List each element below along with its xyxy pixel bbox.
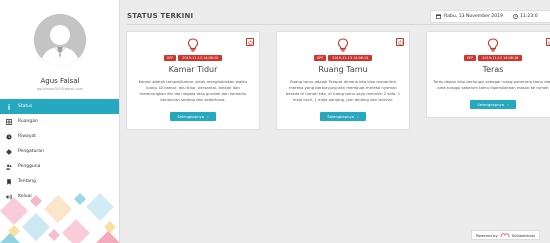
users-icon [6, 164, 12, 170]
chevron-right-icon: › [207, 114, 209, 119]
room-description: Teras depan bisa berfungsi sebagai ruang… [433, 79, 550, 90]
table-icon [6, 118, 12, 125]
details-button[interactable]: Selengkapnya › [170, 112, 216, 121]
power-toggle-button[interactable] [246, 38, 254, 46]
calendar-icon [436, 14, 441, 19]
lightbulb-icon [487, 38, 499, 52]
user-silhouette-icon [34, 14, 86, 66]
room-description: Ruang tamu adalah Tempat dimana kita bis… [285, 79, 401, 102]
avatar [34, 14, 86, 66]
sidebar-item-pengguna[interactable]: Pengguna [0, 159, 119, 174]
sidebar-item-label: Ruangan [18, 119, 38, 124]
user-name: Agus Faisal [40, 77, 80, 85]
power-icon [247, 39, 253, 45]
header-divider [127, 24, 550, 25]
powered-by-label: Powered by [475, 232, 498, 238]
chevron-right-icon: › [357, 114, 359, 119]
power-icon [397, 39, 403, 45]
clock-icon [513, 14, 518, 19]
sidebar-item-tentang[interactable]: Tentang [0, 174, 119, 189]
sidebar-item-ruangan[interactable]: Ruangan [0, 114, 119, 129]
datetime-display: Rabu, 13 November 2019 11:23:0 [430, 10, 550, 23]
dashboard-app: Agus Faisal agusfaisal303@gmail.com Stat… [0, 0, 550, 243]
gear-icon [6, 148, 12, 155]
details-button[interactable]: Selengkapnya › [470, 100, 516, 109]
sidebar-nav: Status Ruangan Riwayat Pengaturan Penggu… [0, 99, 119, 204]
powered-by-badge[interactable]: Powered by 000webhost [470, 230, 540, 240]
info-icon [6, 103, 12, 110]
room-description: Kamar adalah tempat/kamar untuk menghabi… [138, 79, 248, 102]
lightbulb-icon [337, 38, 349, 52]
sidebar-item-label: Pengaturan [18, 149, 44, 154]
user-email: agusfaisal303@gmail.com [36, 87, 84, 91]
sidebar-item-riwayat[interactable]: Riwayat [0, 129, 119, 144]
status-badge: OFF [463, 55, 477, 61]
sidebar: Agus Faisal agusfaisal303@gmail.com Stat… [0, 0, 120, 243]
sidebar-item-label: Status [18, 104, 33, 109]
sidebar-item-label: Pengguna [18, 164, 41, 169]
timestamp-badge: 2019-11-13 14:08:15 [328, 55, 373, 61]
sidebar-item-status[interactable]: Status [0, 99, 119, 114]
decorative-pattern [0, 193, 119, 243]
room-card-teras: OFF 2019-11-13 14:08:18 Teras Teras depa… [426, 31, 550, 118]
host-brand: 000webhost [511, 232, 535, 238]
status-badge: OFF [313, 55, 327, 61]
details-button-label: Selengkapnya [327, 114, 355, 119]
sidebar-item-label: Tentang [18, 179, 36, 184]
details-button-label: Selengkapnya [177, 114, 205, 119]
room-name: Kamar Tidur [168, 65, 218, 74]
status-badge: OFF [163, 55, 177, 61]
main-content: STATUS TERKINI Rabu, 13 November 2019 11… [120, 0, 550, 243]
room-name: Teras [482, 65, 504, 74]
timestamp-badge: 2019-11-13 14:08:18 [478, 55, 523, 61]
page-title: STATUS TERKINI [127, 12, 194, 20]
lightbulb-icon [187, 38, 199, 52]
sidebar-item-pengaturan[interactable]: Pengaturan [0, 144, 119, 159]
power-toggle-button[interactable] [546, 38, 550, 46]
details-button[interactable]: Selengkapnya › [320, 112, 366, 121]
room-card-kamar-tidur: OFF 2019-11-13 14:08:10 Kamar Tidur Kama… [126, 31, 260, 130]
sidebar-item-label: Riwayat [18, 134, 36, 139]
room-card-ruang-tamu: OFF 2019-11-13 14:08:15 Ruang Tamu Ruang… [276, 31, 410, 130]
history-icon [6, 134, 12, 140]
timestamp-badge: 2019-11-13 14:08:10 [178, 55, 223, 61]
host-logo-icon [500, 233, 510, 238]
chevron-right-icon: › [507, 102, 509, 107]
current-date: Rabu, 13 November 2019 [444, 14, 504, 19]
current-time: 11:23:0 [520, 14, 538, 19]
details-button-label: Selengkapnya [477, 102, 505, 107]
room-name: Ruang Tamu [318, 65, 368, 74]
power-toggle-button[interactable] [396, 38, 404, 46]
bookmark-icon [6, 178, 12, 185]
